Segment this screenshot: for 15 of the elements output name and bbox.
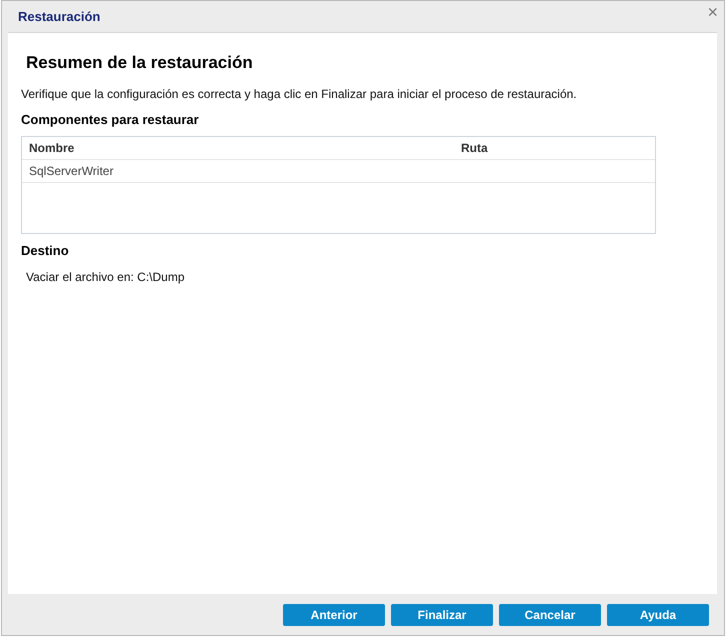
- window-title: Restauración: [18, 9, 100, 24]
- column-header: Nombre: [29, 141, 76, 155]
- dialog-button[interactable]: Finalizar: [391, 604, 493, 626]
- instructions-text: Verifique que la configuración es correcta y haga clic en Finalizar para iniciar el proceso de restauración.: [21, 87, 578, 101]
- dialog-button[interactable]: Anterior: [283, 604, 385, 626]
- dialog-button[interactable]: Cancelar: [499, 604, 601, 626]
- section-title: Destino: [21, 243, 70, 258]
- section-title: Componentes para restaurar: [21, 112, 200, 127]
- table-cell-text: SqlServerWriter: [29, 164, 114, 178]
- table-row[interactable]: SqlServerWriter: [22, 160, 655, 183]
- page-heading: Resumen de la restauración: [26, 53, 254, 73]
- destination-text: Vaciar el archivo en: C:\Dump: [26, 270, 186, 284]
- dialog-button[interactable]: Ayuda: [607, 604, 709, 626]
- close-button[interactable]: ×: [707, 2, 718, 20]
- column-header: Ruta: [461, 141, 488, 155]
